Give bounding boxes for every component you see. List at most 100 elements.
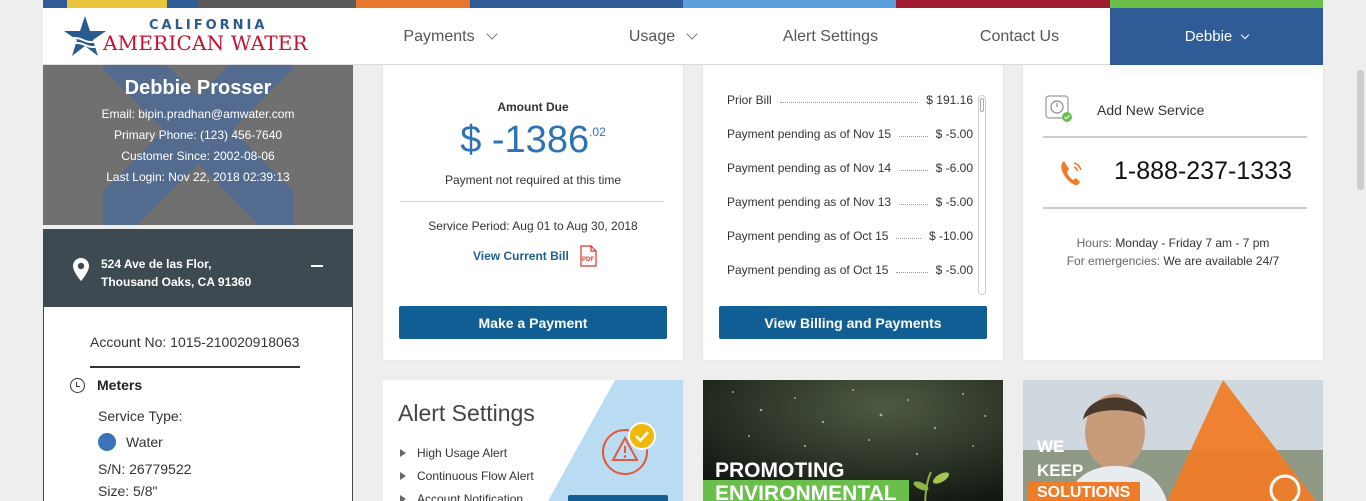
billing-row: Payment pending as of Nov 15 $ -5.00: [727, 127, 973, 161]
amount-due-cents: .02: [589, 125, 606, 139]
alert-settings-button[interactable]: [568, 495, 668, 501]
payment-note: Payment not required at this time: [444, 173, 622, 187]
services-card: Add New Service 1-888-237-1333 Hours: Mo…: [1023, 65, 1323, 360]
bullet-arrow-icon: [400, 494, 406, 501]
water-faucet-icon: [98, 433, 116, 451]
billing-row-amount: $ -5.00: [935, 263, 973, 277]
alert-settings-tile[interactable]: Alert Settings High Usage Alert Continuo…: [383, 380, 683, 501]
nav-alert-settings[interactable]: Alert Settings: [724, 8, 937, 65]
billing-row: Payment pending as of Nov 14 $ -6.00: [727, 161, 973, 195]
topbar-left-seg-2: [67, 0, 167, 8]
scrollbar-thumb[interactable]: [980, 98, 984, 112]
topbar-left-seg-3: [167, 0, 197, 8]
alert-item-high-usage[interactable]: High Usage Alert: [400, 441, 534, 464]
nav-usage-label: Usage: [628, 27, 676, 45]
address-line-2: Thousand Oaks, CA 91360: [101, 275, 252, 289]
page: CALIFORNIA AMERICAN WATER Payments Usage…: [0, 0, 1366, 501]
add-new-service-link[interactable]: Add New Service: [1097, 102, 1204, 118]
profile-panel: Debbie Prosser Email: bipin.pradhan@amwa…: [43, 65, 353, 225]
promo-line-3: SOLUTIONS: [1027, 482, 1141, 501]
view-current-bill-label: View Current Bill: [473, 249, 569, 263]
user-menu-button[interactable]: Debbie: [1110, 8, 1323, 65]
make-payment-button[interactable]: Make a Payment: [399, 306, 667, 339]
dotted-leader: [780, 102, 918, 103]
alert-item-label: High Usage Alert: [417, 445, 508, 460]
topbar-left-seg-1: [43, 0, 67, 8]
nav-payments-label: Payments: [403, 27, 475, 45]
alert-warning-icon: [602, 422, 656, 475]
nav-payments[interactable]: Payments: [343, 8, 556, 65]
collapse-icon[interactable]: [311, 265, 323, 267]
divider: [1043, 136, 1307, 138]
billing-list-scrollbar[interactable]: [978, 95, 986, 295]
top-color-bar-left: [43, 0, 1323, 8]
phone-icon: [1061, 161, 1082, 186]
hours-label: Hours:: [1076, 236, 1112, 250]
alert-item-continuous-flow[interactable]: Continuous Flow Alert: [400, 464, 534, 487]
divider: [400, 201, 664, 202]
chevron-down-icon: [686, 28, 698, 40]
amount-due-main: $ -1386: [460, 119, 590, 161]
contact-phone-number[interactable]: 1-888-237-1333: [1114, 157, 1292, 186]
profile-name: Debbie Prosser: [124, 77, 272, 99]
alert-tile-title: Alert Settings: [398, 400, 535, 426]
meter-size: Size: 5/8": [98, 483, 158, 499]
pdf-icon: PDF: [580, 245, 597, 267]
promo-line-2: KEEP: [1037, 461, 1084, 480]
meter-add-icon[interactable]: [1045, 95, 1073, 123]
billing-row: Payment pending as of Nov 13 $ -5.00: [727, 195, 973, 229]
service-address-bar[interactable]: 524 Ave de las Flor, Thousand Oaks, CA 9…: [43, 229, 353, 307]
billing-list[interactable]: Prior Bill $ 191.16 Payment pending as of …: [727, 93, 973, 297]
environmental-promo-tile[interactable]: PROMOTING ENVIRONMENTAL: [703, 380, 1003, 501]
bullet-arrow-icon: [400, 471, 406, 480]
amount-due-value: $ -1386.02: [383, 119, 683, 162]
location-pin-icon: [73, 258, 89, 281]
profile-email: Email: bipin.pradhan@amwater.com: [101, 107, 295, 121]
emergency-label: For emergencies:: [1066, 254, 1161, 268]
meter-serial-number: S/N: 26779522: [98, 461, 192, 477]
billing-summary-card: Prior Bill $ 191.16 Payment pending as of …: [703, 65, 1003, 360]
dotted-leader: [896, 238, 921, 239]
solutions-promo-tile[interactable]: WE KEEP SOLUTIONS: [1023, 380, 1323, 501]
dotted-leader: [899, 204, 928, 205]
profile-customer-since: Customer Since: 2002-08-06: [121, 149, 275, 163]
billing-row: Payment pending as of Oct 15 $ -10.00: [727, 229, 973, 263]
bullet-arrow-icon: [400, 448, 406, 457]
view-billing-button[interactable]: View Billing and Payments: [719, 306, 987, 339]
account-details: Account No: 1015-210020918063 Meters Ser…: [43, 307, 353, 501]
amount-due-card: Amount Due $ -1386.02 Payment not requir…: [383, 65, 683, 360]
gauge-icon: [70, 377, 85, 393]
svg-text:PDF: PDF: [582, 257, 594, 263]
alert-item-account-notification[interactable]: Account Notification: [400, 487, 534, 501]
service-type-water: Water: [98, 433, 163, 451]
star-logo-icon: [64, 16, 106, 56]
logo-line-2: AMERICAN WATER: [103, 31, 308, 55]
profile-phone: Primary Phone: (123) 456-7640: [113, 128, 283, 142]
billing-row: Prior Bill $ 191.16: [727, 93, 973, 127]
profile-last-login: Last Login: Nov 22, 2018 02:39:13: [106, 170, 290, 184]
billing-row-amount: $ -5.00: [935, 127, 973, 141]
billing-row-description: Payment pending as of Nov 13: [727, 195, 892, 209]
meters-heading: Meters: [70, 377, 142, 393]
dotted-leader: [899, 136, 928, 137]
chevron-down-icon: [485, 28, 498, 40]
service-period: Service Period: Aug 01 to Aug 30, 2018: [428, 219, 638, 233]
billing-row-description: Payment pending as of Oct 15: [727, 229, 889, 243]
site-header: CALIFORNIA AMERICAN WATER Payments Usage…: [43, 0, 1323, 65]
account-number: Account No: 1015-210020918063: [90, 334, 300, 350]
emergency-value: We are available 24/7: [1163, 254, 1280, 268]
nav-alert-settings-label: Alert Settings: [782, 27, 879, 45]
page-scrollbar-thumb[interactable]: [1357, 70, 1364, 190]
service-address: 524 Ave de las Flor, Thousand Oaks, CA 9…: [101, 255, 251, 291]
company-logo[interactable]: CALIFORNIA AMERICAN WATER: [63, 14, 308, 58]
divider: [90, 366, 300, 368]
chevron-down-icon: [1241, 30, 1250, 39]
view-current-bill-link[interactable]: View Current Bill PDF: [473, 245, 597, 267]
office-hours: Hours: Monday - Friday 7 am - 7 pm: [1023, 236, 1323, 250]
meters-label: Meters: [97, 377, 143, 393]
nav-contact-us[interactable]: Contact Us: [913, 8, 1126, 65]
dotted-leader: [899, 170, 928, 171]
promo-line-1: WE: [1037, 437, 1065, 456]
billing-row-description: Payment pending as of Nov 15: [727, 127, 892, 141]
billing-row-amount: $ -5.00: [935, 195, 973, 209]
